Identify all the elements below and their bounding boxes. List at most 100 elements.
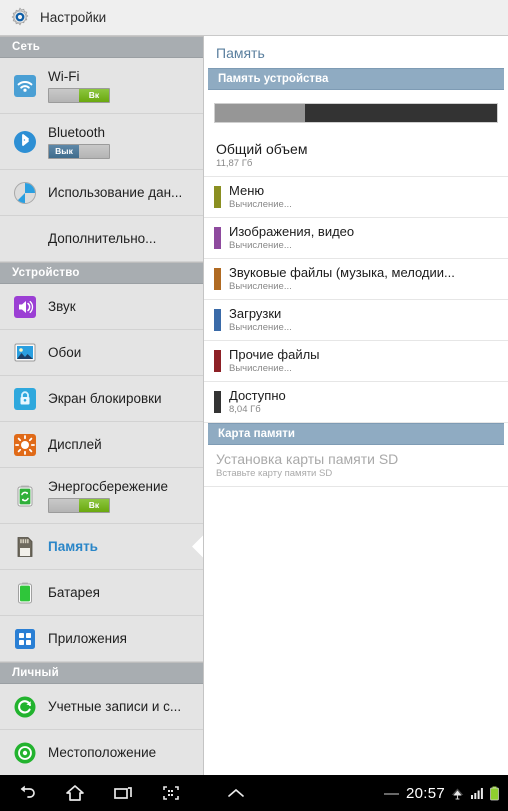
recents-icon[interactable]	[112, 783, 134, 803]
category-value: Вычисление...	[229, 281, 292, 292]
sd-mount-label: Установка карты памяти SD	[216, 451, 399, 467]
sidebar-item-label: Батарея	[48, 585, 100, 600]
status-area[interactable]: — 20:57	[384, 785, 508, 802]
sidebar-item-label: Обои	[48, 345, 82, 360]
sidebar-item-wifi[interactable]: Wi-Fi Вк	[0, 58, 203, 114]
sidebar-item-data-usage[interactable]: Использование дан...	[0, 170, 203, 216]
screenshot-icon[interactable]	[160, 783, 182, 803]
wifi-icon	[12, 73, 38, 99]
main-split: Сеть Wi-Fi Вк Bluetooth Вык Использовани…	[0, 36, 508, 775]
sidebar-item-label: Звук	[48, 299, 76, 314]
sd-mount-value: Вставьте карту памяти SD	[216, 468, 333, 479]
wifi-toggle[interactable]: Вк	[48, 87, 110, 103]
category-name: Прочие файлы	[229, 347, 320, 362]
accounts-sync-icon	[12, 694, 38, 720]
sidebar-section-device: Устройство	[0, 262, 203, 284]
toggle-on-half	[79, 144, 109, 158]
sound-icon	[12, 294, 38, 320]
sidebar-item-label: Использование дан...	[48, 185, 183, 200]
sidebar-section-personal: Личный	[0, 662, 203, 684]
category-color-swatch	[214, 390, 221, 413]
sidebar-item-apps[interactable]: Приложения	[0, 616, 203, 662]
chevron-up-icon[interactable]	[224, 785, 248, 801]
storage-free-segment	[305, 104, 497, 122]
location-icon	[12, 740, 38, 766]
storage-usage-bar-wrap	[204, 90, 508, 135]
device-storage-header: Память устройства	[208, 68, 504, 90]
sidebar-item-lock-screen[interactable]: Экран блокировки	[0, 376, 203, 422]
toggle-on-half: Вк	[79, 88, 109, 102]
sidebar-item-label: Wi-Fi	[48, 68, 80, 84]
storage-category-row[interactable]: Звуковые файлы (музыка, мелодии... Вычисл…	[204, 259, 508, 300]
settings-app: Настройки Сеть Wi-Fi Вк Bluetooth Вык Ис…	[0, 0, 508, 811]
storage-category-row[interactable]: Загрузки Вычисление...	[204, 300, 508, 341]
sidebar-item-label: Bluetooth	[48, 124, 106, 140]
sidebar-item-label: Энергосбережение	[48, 478, 169, 494]
nav-buttons	[0, 783, 182, 803]
category-value: 8,04 Гб	[229, 404, 261, 415]
storage-category-row[interactable]: Доступно 8,04 Гб	[204, 382, 508, 423]
status-dash: —	[383, 784, 399, 802]
battery-status-icon	[489, 786, 500, 801]
page-title: Память	[216, 45, 265, 61]
bluetooth-icon	[12, 129, 38, 155]
sidebar-item-bluetooth[interactable]: Bluetooth Вык	[0, 114, 203, 170]
storage-content-panel: Память Память устройства Общий объем 11,…	[204, 36, 508, 775]
apps-icon	[12, 626, 38, 652]
home-icon[interactable]	[64, 783, 86, 803]
display-icon	[12, 432, 38, 458]
sidebar-item-power-saving[interactable]: Энергосбережение Вк	[0, 468, 203, 524]
category-value: Вычисление...	[229, 322, 292, 333]
toggle-off-half: Вык	[49, 144, 79, 158]
sidebar-item-label: Приложения	[48, 631, 127, 646]
category-color-swatch	[214, 267, 221, 290]
sidebar-section-network: Сеть	[0, 36, 203, 58]
storage-category-row[interactable]: Меню Вычисление...	[204, 177, 508, 218]
storage-category-row[interactable]: Прочие файлы Вычисление...	[204, 341, 508, 382]
toggle-off-half	[49, 498, 79, 512]
status-clock: 20:57	[405, 784, 445, 802]
battery-icon	[12, 580, 38, 606]
category-color-swatch	[214, 185, 221, 208]
back-icon[interactable]	[16, 783, 38, 803]
category-value: Вычисление...	[229, 363, 292, 374]
storage-used-segment	[215, 104, 306, 122]
sd-mount-row[interactable]: Установка карты памяти SD Вставьте карту…	[204, 445, 508, 487]
category-name: Загрузки	[229, 306, 282, 321]
wallpaper-icon	[12, 340, 38, 366]
titlebar: Настройки	[0, 0, 508, 36]
toggle-on-half: Вк	[79, 498, 109, 512]
sidebar-item-label: Память	[48, 539, 98, 554]
nav-expand-area	[182, 785, 384, 801]
storage-total-row[interactable]: Общий объем 11,87 Гб	[204, 135, 508, 177]
sidebar-item-location[interactable]: Местоположение	[0, 730, 203, 775]
category-color-swatch	[214, 308, 221, 331]
sidebar-item-storage[interactable]: Память	[0, 524, 203, 570]
category-color-swatch	[214, 226, 221, 249]
sidebar-item-more[interactable]: Дополнительно...	[0, 216, 203, 262]
wifi-status-icon	[450, 786, 465, 801]
system-navigation-bar: — 20:57	[0, 775, 508, 811]
settings-gear-icon	[8, 6, 32, 30]
sidebar-item-battery[interactable]: Батарея	[0, 570, 203, 616]
sidebar-item-label: Дисплей	[48, 437, 102, 452]
bluetooth-toggle[interactable]: Вык	[48, 143, 110, 159]
storage-category-row[interactable]: Изображения, видео Вычисление...	[204, 218, 508, 259]
category-name: Звуковые файлы (музыка, мелодии...	[229, 265, 455, 280]
category-value: Вычисление...	[229, 199, 292, 210]
sidebar-item-sound[interactable]: Звук	[0, 284, 203, 330]
storage-usage-bar	[214, 103, 498, 123]
sidebar-item-label: Местоположение	[48, 745, 157, 760]
category-name: Доступно	[229, 388, 286, 403]
storage-total-label: Общий объем	[216, 141, 308, 157]
settings-sidebar[interactable]: Сеть Wi-Fi Вк Bluetooth Вык Использовани…	[0, 36, 204, 775]
cellular-signal-icon	[470, 786, 484, 800]
sidebar-item-wallpaper[interactable]: Обои	[0, 330, 203, 376]
sd-card-header: Карта памяти	[208, 423, 504, 445]
sidebar-item-accounts[interactable]: Учетные записи и с...	[0, 684, 203, 730]
category-color-swatch	[214, 349, 221, 372]
sidebar-item-display[interactable]: Дисплей	[0, 422, 203, 468]
power-saving-toggle[interactable]: Вк	[48, 497, 110, 513]
power-saving-icon	[12, 483, 38, 509]
category-name: Меню	[229, 183, 265, 198]
